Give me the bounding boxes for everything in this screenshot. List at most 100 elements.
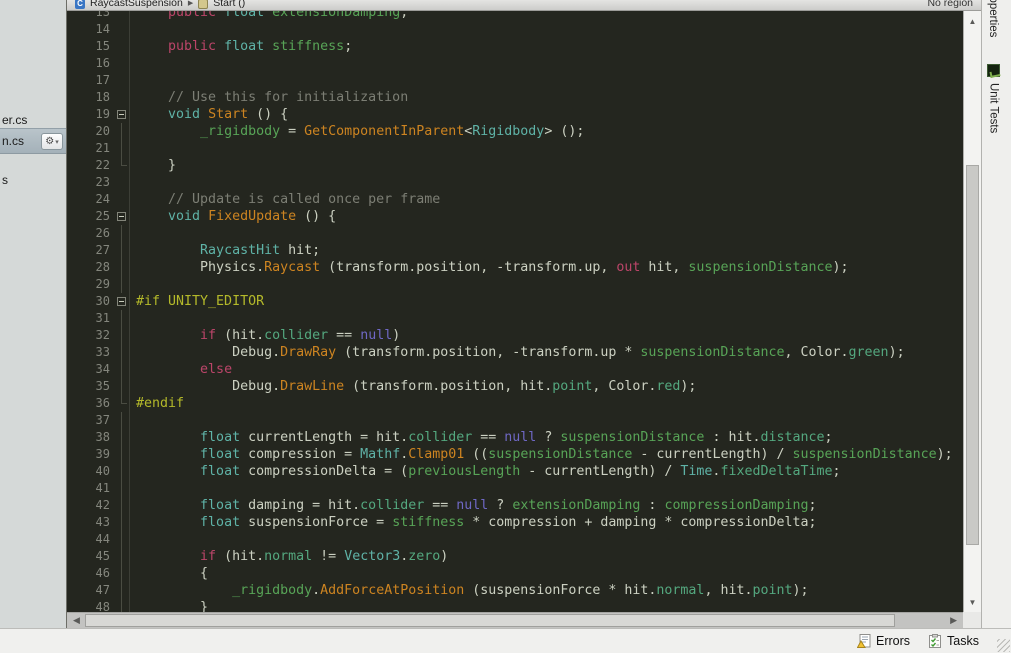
code-line[interactable]: 28 Physics.Raycast (transform.position, … (67, 259, 963, 276)
scroll-left-arrow-icon[interactable]: ◀ (73, 615, 80, 626)
code-text: RaycastHit hit; (200, 243, 321, 258)
code-line[interactable]: 33 Debug.DrawRay (transform.position, -t… (67, 344, 963, 361)
fold-guide (121, 310, 122, 327)
fold-collapse-icon[interactable] (117, 212, 126, 221)
code-line[interactable]: 27 RaycastHit hit; (67, 242, 963, 259)
code-line[interactable]: 36 #endif (67, 395, 963, 412)
code-line[interactable]: 46 { (67, 565, 963, 582)
scroll-up-arrow-icon[interactable]: ▲ (964, 17, 981, 26)
tab-unit-tests[interactable]: Unit Tests (987, 64, 1000, 133)
code-line[interactable]: 39 float compression = Mathf.Clamp01 ((s… (67, 446, 963, 463)
fold-column[interactable] (115, 106, 130, 123)
code-text: } (136, 600, 209, 612)
code-line[interactable]: 42 float damping = hit.collider == null … (67, 497, 963, 514)
tasks-button[interactable]: Tasks (922, 632, 985, 650)
fold-column (115, 582, 130, 599)
code-line[interactable]: 37 (67, 412, 963, 429)
vertical-scrollbar-thumb[interactable] (966, 165, 979, 545)
code-editor[interactable]: 13 public float extensionDamping; 14 15 pu… (67, 11, 963, 612)
fold-guide (121, 327, 122, 344)
fold-column (115, 548, 130, 565)
fold-column[interactable] (115, 208, 130, 225)
fold-column (115, 344, 130, 361)
vertical-scrollbar[interactable]: ▲ ▼ (963, 11, 981, 612)
scroll-down-arrow-icon[interactable]: ▼ (964, 598, 981, 607)
code-line[interactable]: 13 public float extensionDamping; (67, 11, 963, 21)
line-number: 35 (95, 379, 110, 393)
chevron-down-icon: ▾ (55, 138, 59, 146)
fold-column (115, 38, 130, 55)
code-line[interactable]: 29 (67, 276, 963, 293)
code-line[interactable]: 31 (67, 310, 963, 327)
fold-collapse-icon[interactable] (117, 110, 126, 119)
line-number: 37 (95, 413, 110, 427)
gear-dropdown-button[interactable]: ⚙ ▾ (41, 133, 63, 150)
fold-column (115, 55, 130, 72)
line-number: 38 (95, 430, 110, 444)
fold-column (115, 429, 130, 446)
code-line[interactable]: 43 float suspensionForce = stiffness * c… (67, 514, 963, 531)
fold-guide (121, 276, 122, 293)
code-line[interactable]: 38 float currentLength = hit.collider ==… (67, 429, 963, 446)
fold-column (115, 21, 130, 38)
tab-properties[interactable]: Properties (987, 0, 999, 37)
fold-collapse-icon[interactable] (117, 297, 126, 306)
code-line[interactable]: 17 (67, 72, 963, 89)
code-line[interactable]: 20 _rigidbody = GetComponentInParent<Rig… (67, 123, 963, 140)
code-line[interactable]: 19 void Start () { (67, 106, 963, 123)
code-line[interactable]: 32 if (hit.collider == null) (67, 327, 963, 344)
code-line[interactable]: 41 (67, 480, 963, 497)
code-line[interactable]: 44 (67, 531, 963, 548)
code-text: Debug.DrawRay (transform.position, -tran… (136, 345, 905, 360)
code-line[interactable]: 15 public float stiffness; (67, 38, 963, 55)
scroll-right-arrow-icon[interactable]: ▶ (950, 615, 957, 626)
code-line[interactable]: 22 } (67, 157, 963, 174)
code-line[interactable]: 47 _rigidbody.AddForceAtPosition (suspen… (67, 582, 963, 599)
file-list-item[interactable]: s (0, 170, 66, 190)
code-line[interactable]: 25 void FixedUpdate () { (67, 208, 963, 225)
code-text: // Update is called once per frame (168, 192, 441, 207)
breadcrumb-member[interactable]: Start () (213, 0, 245, 9)
code-line[interactable]: 18 // Use this for initialization (67, 89, 963, 106)
code-line[interactable]: 16 (67, 55, 963, 72)
errors-button[interactable]: Errors (851, 632, 916, 650)
horizontal-scrollbar[interactable]: ◀ ▶ (67, 612, 963, 628)
code-line[interactable]: 14 (67, 21, 963, 38)
line-number: 20 (95, 124, 110, 138)
line-number: 24 (95, 192, 110, 206)
horizontal-scrollbar-thumb[interactable] (85, 614, 895, 627)
line-number: 21 (95, 141, 110, 155)
file-list-item-label: n.cs (2, 134, 25, 148)
code-text: #endif (136, 396, 185, 411)
fold-guide (121, 565, 122, 582)
fold-guide (121, 395, 127, 404)
code-line[interactable]: 34 else (67, 361, 963, 378)
line-number: 13 (95, 11, 110, 19)
code-text: { (136, 566, 209, 581)
code-line[interactable]: 23 (67, 174, 963, 191)
fold-column (115, 259, 130, 276)
breadcrumb-file[interactable]: RaycastSuspension (90, 0, 183, 9)
line-number: 45 (95, 549, 110, 563)
code-line[interactable]: 45 if (hit.normal != Vector3.zero) (67, 548, 963, 565)
resize-grip[interactable] (997, 639, 1010, 652)
code-line[interactable]: 35 Debug.DrawLine (transform.position, h… (67, 378, 963, 395)
code-line[interactable]: 26 (67, 225, 963, 242)
tasks-label: Tasks (947, 634, 979, 648)
code-line[interactable]: 24 // Update is called once per frame (67, 191, 963, 208)
code-line[interactable]: 30 #if UNITY_EDITOR (67, 293, 963, 310)
code-line[interactable]: 21 (67, 140, 963, 157)
line-number: 14 (95, 22, 110, 36)
line-number: 18 (95, 90, 110, 104)
code-line[interactable]: 48 } (67, 599, 963, 612)
code-line[interactable]: 40 float compressionDelta = (previousLen… (67, 463, 963, 480)
code-text: _rigidbody.AddForceAtPosition (suspensio… (232, 583, 809, 598)
fold-column[interactable] (115, 293, 130, 310)
line-number: 48 (95, 600, 110, 612)
fold-column (115, 191, 130, 208)
code-lines: 13 public float extensionDamping; 14 15 pu… (67, 11, 963, 612)
region-selector[interactable]: No region (927, 0, 973, 9)
file-list-item-selected[interactable]: n.cs ⚙ ▾ (0, 128, 66, 154)
file-list-item[interactable]: er.cs (0, 110, 66, 130)
